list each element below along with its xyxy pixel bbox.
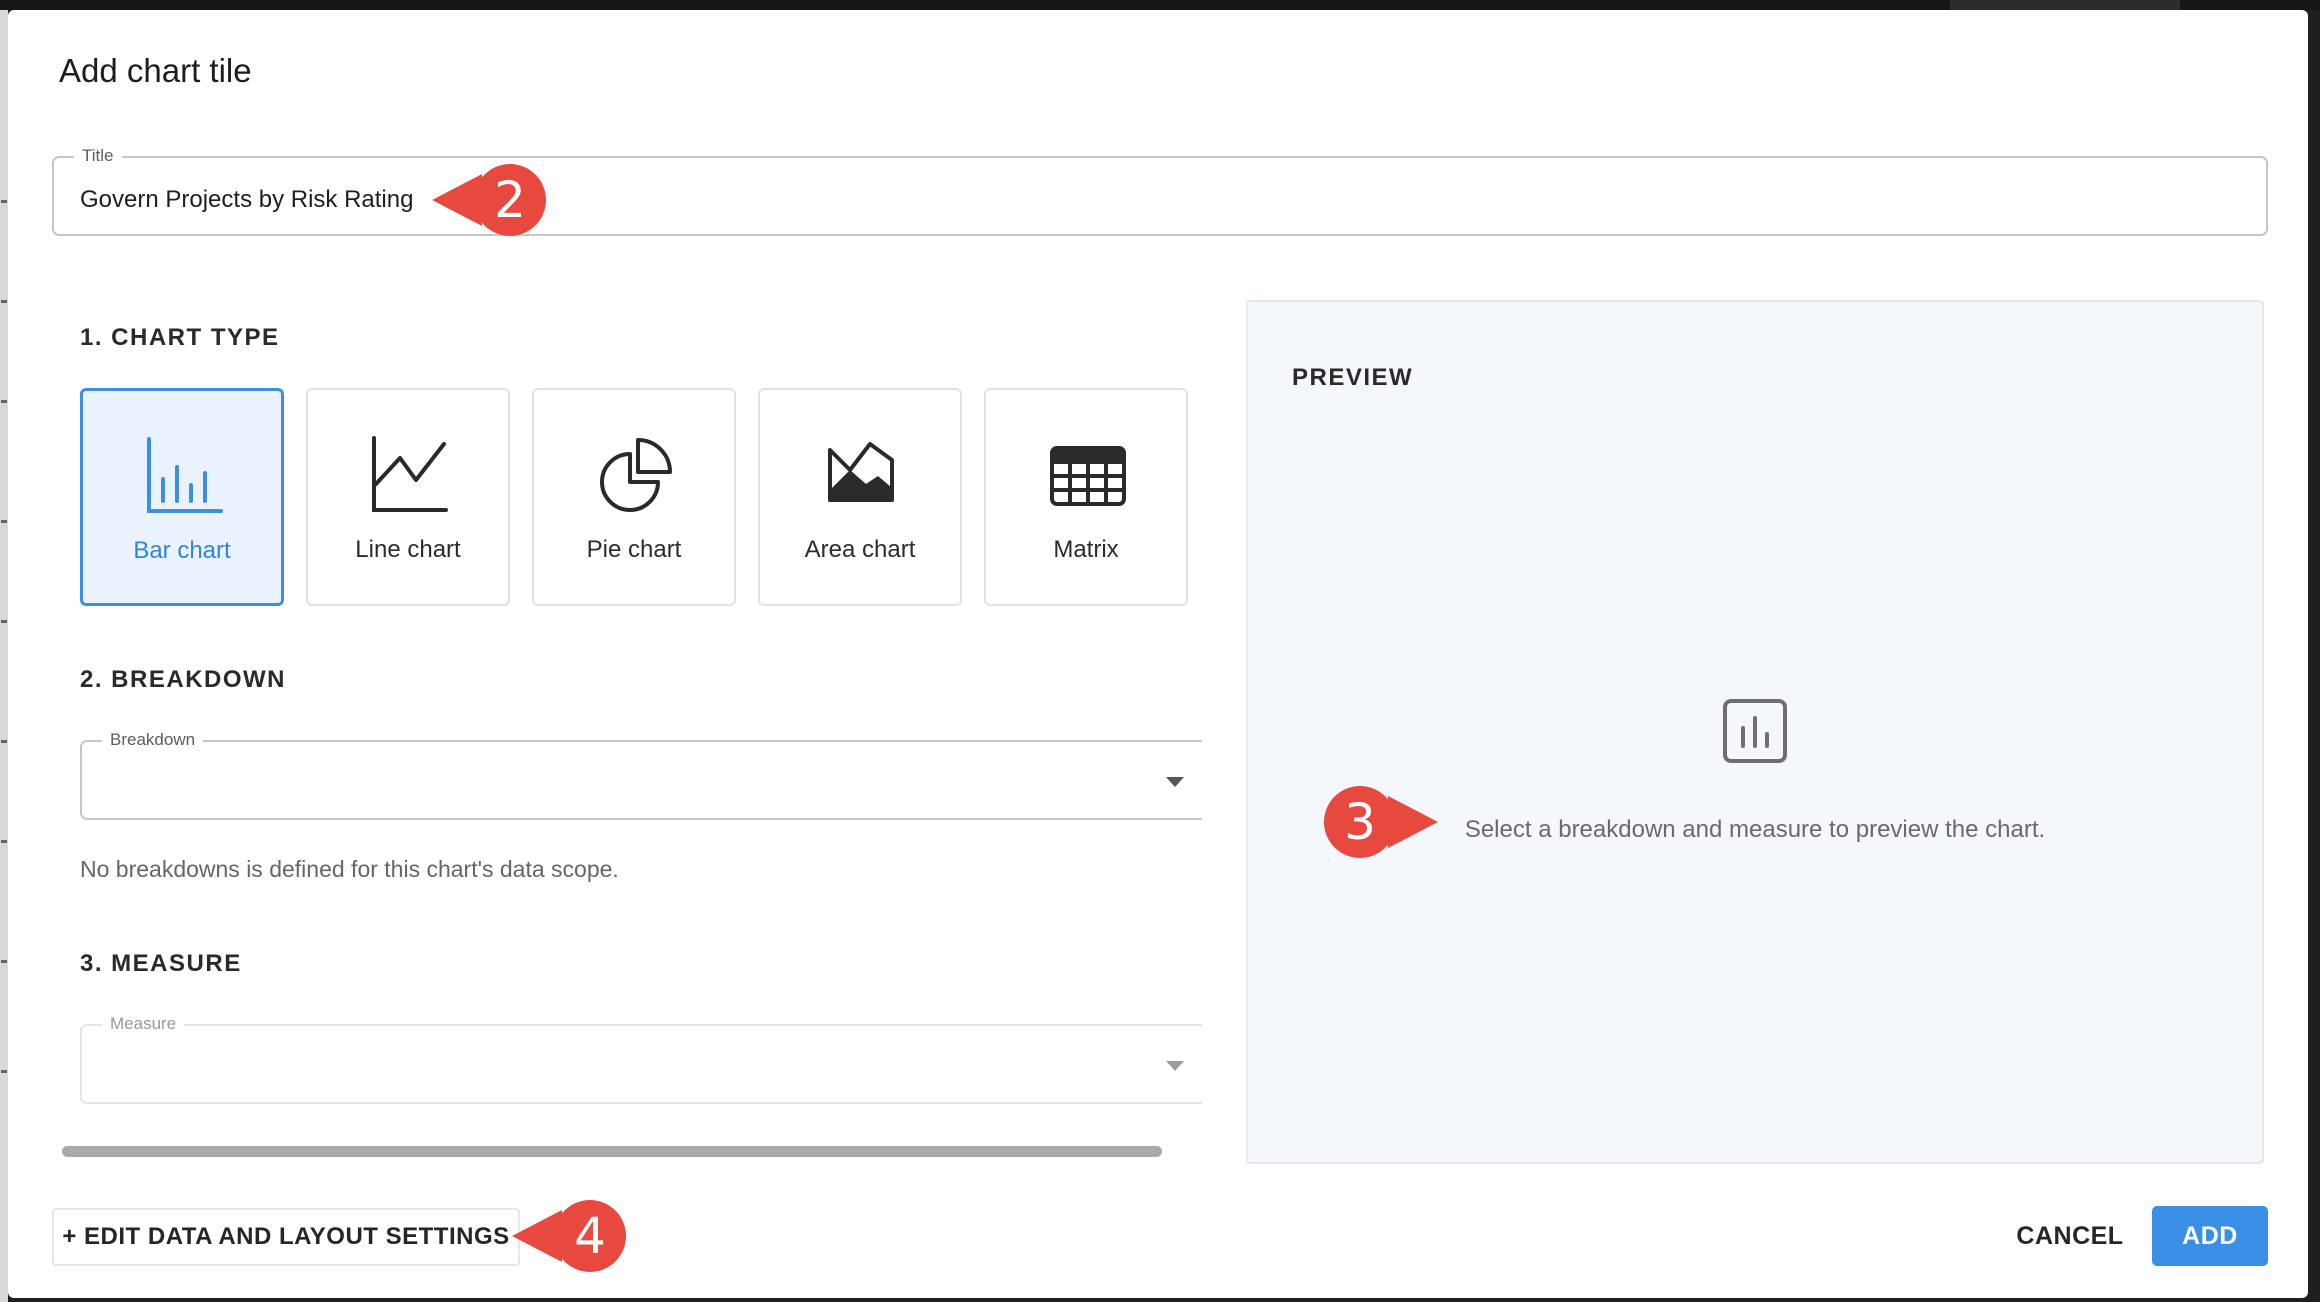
cancel-button[interactable]: CANCEL bbox=[2000, 1206, 2140, 1266]
chart-type-label: Bar chart bbox=[133, 537, 231, 564]
annotation-callout-4: 4 bbox=[508, 1198, 630, 1274]
chart-type-label: Area chart bbox=[804, 536, 916, 563]
edit-data-layout-settings-button[interactable]: + EDIT DATA AND LAYOUT SETTINGS bbox=[52, 1208, 520, 1266]
chart-type-pie[interactable]: Pie chart bbox=[532, 388, 736, 606]
chevron-down-icon[interactable] bbox=[1166, 777, 1184, 787]
chart-type-heading: 1. CHART TYPE bbox=[80, 324, 280, 351]
background-mark bbox=[1, 300, 7, 303]
chevron-down-icon[interactable] bbox=[1166, 1061, 1184, 1071]
chart-type-bar[interactable]: Bar chart bbox=[80, 388, 284, 606]
background-mark bbox=[1, 740, 7, 743]
preview-panel: PREVIEW Select a breakdown and measure t… bbox=[1246, 300, 2264, 1164]
area-chart-icon bbox=[828, 442, 894, 502]
callout-number: 4 bbox=[574, 1207, 606, 1265]
chart-type-label: Matrix bbox=[1053, 536, 1119, 563]
background-left-strip bbox=[0, 10, 8, 1302]
chart-type-area[interactable]: Area chart bbox=[758, 388, 962, 606]
background-mark bbox=[1, 400, 7, 403]
breakdown-select-label: Breakdown bbox=[102, 730, 204, 750]
annotation-callout-2: 2 bbox=[428, 162, 550, 238]
background-mark bbox=[1, 620, 7, 623]
measure-select[interactable]: Measure bbox=[80, 1014, 1202, 1104]
preview-empty-message-text: Select a breakdown and measure to previe… bbox=[1464, 816, 2046, 843]
title-field-label: Title bbox=[74, 146, 122, 166]
dialog-title: Add chart tile bbox=[59, 52, 252, 89]
callout-number: 2 bbox=[494, 171, 526, 229]
background-mark bbox=[1, 1070, 7, 1073]
line-chart-icon bbox=[372, 436, 448, 512]
preview-heading: PREVIEW bbox=[1292, 364, 1414, 391]
bar-chart-icon bbox=[147, 437, 223, 513]
callout-number: 3 bbox=[1344, 793, 1376, 851]
horizontal-scrollbar[interactable] bbox=[62, 1146, 1162, 1157]
breakdown-helper-text: No breakdowns is defined for this chart'… bbox=[80, 856, 619, 882]
chart-type-label: Pie chart bbox=[586, 536, 682, 563]
pie-chart-icon bbox=[600, 438, 672, 512]
background-tab bbox=[1950, 0, 2180, 10]
chart-type-label: Line chart bbox=[355, 536, 461, 563]
breakdown-select[interactable]: Breakdown bbox=[80, 730, 1202, 820]
background-mark bbox=[1, 840, 7, 843]
add-button[interactable]: ADD bbox=[2152, 1206, 2268, 1266]
background-mark bbox=[1, 200, 7, 203]
measure-heading: 3. MEASURE bbox=[80, 950, 242, 977]
annotation-callout-3: 3 bbox=[1320, 784, 1442, 860]
measure-select-label: Measure bbox=[102, 1014, 185, 1034]
background-mark bbox=[1, 960, 7, 963]
chart-type-matrix[interactable]: Matrix bbox=[984, 388, 1188, 606]
title-input[interactable]: Govern Projects by Risk Rating bbox=[80, 186, 413, 214]
background-top-bar bbox=[0, 0, 2320, 10]
breakdown-heading: 2. BREAKDOWN bbox=[80, 666, 287, 693]
chart-config-panel: 1. CHART TYPE Bar chart Line chart Pie c… bbox=[52, 292, 1202, 1162]
matrix-icon bbox=[1050, 446, 1126, 506]
bar-chart-icon bbox=[1723, 699, 1787, 763]
title-field[interactable]: Title Govern Projects by Risk Rating bbox=[52, 146, 2268, 236]
chart-type-line[interactable]: Line chart bbox=[306, 388, 510, 606]
background-mark bbox=[1, 520, 7, 523]
add-chart-tile-dialog: Add chart tile Title Govern Projects by … bbox=[8, 10, 2308, 1298]
